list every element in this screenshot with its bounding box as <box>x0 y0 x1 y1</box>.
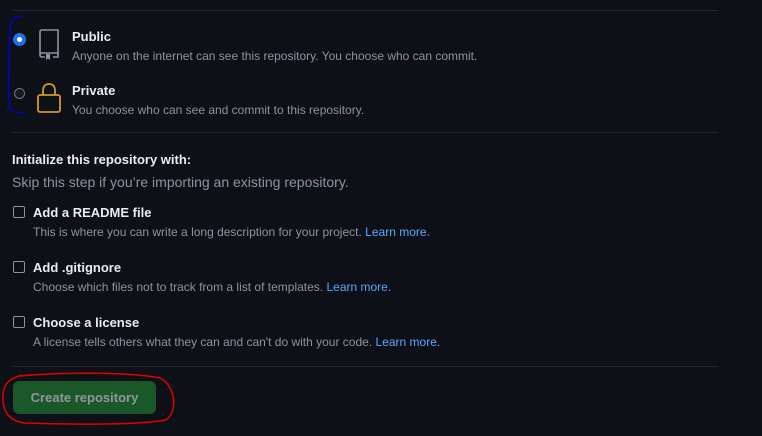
gitignore-title[interactable]: Add .gitignore <box>33 260 121 275</box>
gitignore-description-text: Choose which files not to track from a l… <box>33 280 324 294</box>
initialize-subtitle: Skip this step if you’re importing an ex… <box>12 174 349 190</box>
bottom-divider <box>12 366 718 367</box>
readme-title[interactable]: Add a README file <box>33 205 151 220</box>
gitignore-learn-more-link[interactable]: Learn more. <box>326 280 391 294</box>
gitignore-description: Choose which files not to track from a l… <box>33 280 391 294</box>
repo-icon <box>37 29 61 66</box>
private-description: You choose who can see and commit to thi… <box>72 103 365 117</box>
private-title: Private <box>72 83 116 98</box>
private-radio[interactable] <box>14 88 25 99</box>
lock-icon <box>36 82 62 119</box>
license-description-text: A license tells others what they can and… <box>33 335 373 349</box>
create-repository-button[interactable]: Create repository <box>13 381 156 414</box>
license-description: A license tells others what they can and… <box>33 335 440 349</box>
readme-description-text: This is where you can write a long descr… <box>33 225 362 239</box>
top-divider <box>12 10 718 11</box>
public-radio[interactable] <box>14 34 25 45</box>
public-title: Public <box>72 29 112 44</box>
gitignore-checkbox[interactable] <box>13 261 25 273</box>
license-learn-more-link[interactable]: Learn more. <box>376 335 441 349</box>
readme-learn-more-link[interactable]: Learn more. <box>365 225 430 239</box>
middle-divider <box>12 132 718 133</box>
readme-description: This is where you can write a long descr… <box>33 225 430 239</box>
readme-checkbox[interactable] <box>13 206 25 218</box>
initialize-title: Initialize this repository with: <box>12 152 192 167</box>
license-title[interactable]: Choose a license <box>33 315 139 330</box>
new-repository-form: Public Anyone on the internet can see th… <box>0 0 762 436</box>
public-description: Anyone on the internet can see this repo… <box>72 49 478 63</box>
license-checkbox[interactable] <box>13 316 25 328</box>
